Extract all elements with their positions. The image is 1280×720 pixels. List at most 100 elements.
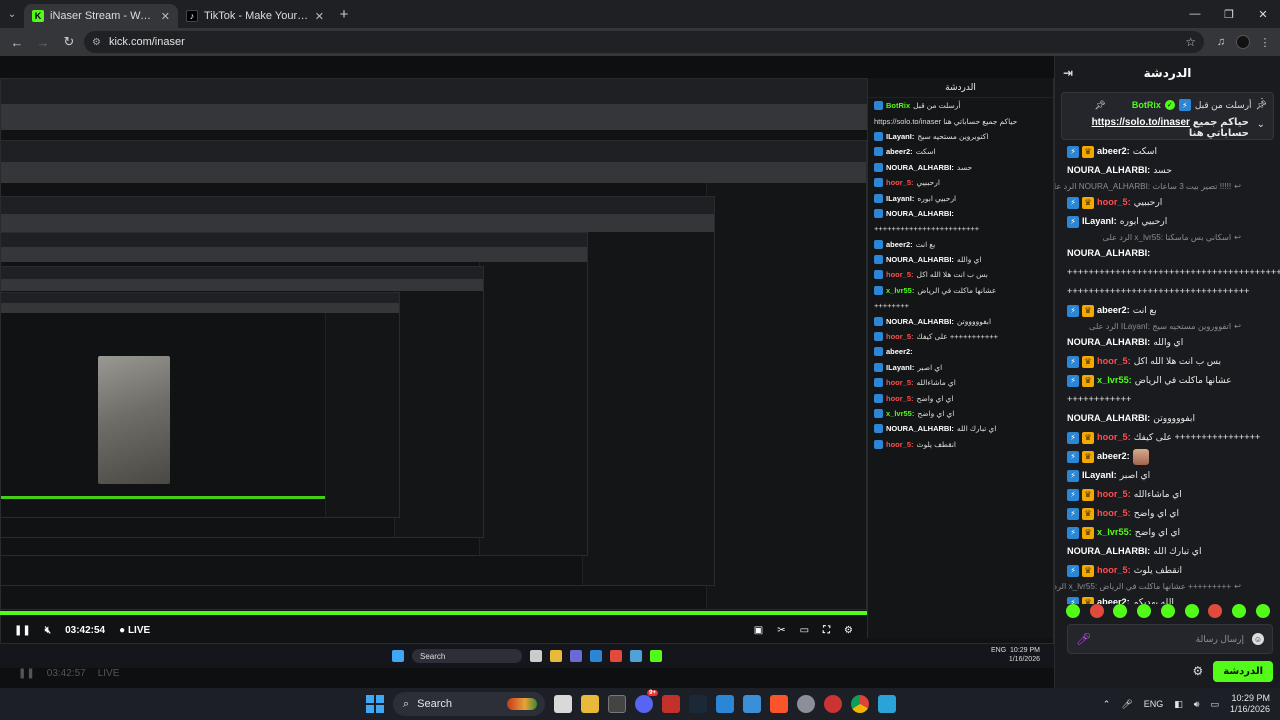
pause-icon[interactable]: ❚❚ (14, 625, 31, 636)
crown-badge-icon[interactable]: ♛ (1082, 450, 1094, 463)
moderator-badge-icon[interactable]: ⚡ (1067, 145, 1079, 158)
taskbar-search[interactable]: ⌕ Search (393, 692, 545, 716)
message-username[interactable]: hoor_5: (1097, 356, 1131, 367)
taskbar-clock[interactable]: 10:29 PM 1/16/2026 (1230, 693, 1270, 715)
moderator-badge-icon[interactable]: ⚡ (1067, 355, 1079, 368)
crown-badge-icon[interactable]: ♛ (1082, 355, 1094, 368)
collapse-chat-icon[interactable]: ⇥ (1063, 66, 1073, 80)
moderator-badge-icon[interactable]: ⚡ (1067, 196, 1079, 209)
app-icon[interactable] (878, 695, 896, 713)
pinned-link[interactable]: https://solo.to/inaser (1092, 117, 1190, 128)
message-username[interactable]: NOURA_ALHARBI: (1067, 248, 1150, 259)
tab-close-icon[interactable]: ✕ (315, 10, 324, 23)
url-bar[interactable]: ⚙ kick.com/inaser ☆ (84, 31, 1204, 53)
battery-icon[interactable]: ▭ (1210, 699, 1219, 710)
quick-emote[interactable] (1065, 604, 1080, 618)
message-username[interactable]: hoor_5: (1097, 489, 1131, 500)
message-username[interactable]: x_lvr55: (1097, 375, 1132, 386)
pip-icon[interactable]: ▭ (800, 625, 809, 636)
file-explorer-icon[interactable] (581, 695, 599, 713)
media-controls-icon[interactable]: ♫ (1212, 33, 1230, 51)
maximize-icon[interactable]: ❐ (1212, 0, 1246, 28)
message-username[interactable]: ILayanI: (1082, 470, 1117, 481)
message-username[interactable]: hoor_5: (1097, 432, 1131, 443)
quick-emote[interactable] (1089, 604, 1104, 618)
quick-emote[interactable] (1232, 604, 1247, 618)
microphone-tray-icon[interactable]: 🎤︎ (1121, 699, 1132, 710)
tab-close-icon[interactable]: ✕ (161, 10, 170, 23)
tab-tiktok[interactable]: ♪ TikTok - Make Your Day ✕ (178, 4, 332, 28)
crown-badge-icon[interactable]: ♛ (1082, 488, 1094, 501)
app-icon[interactable] (608, 695, 626, 713)
message-username[interactable]: hoor_5: (1097, 197, 1131, 208)
task-view-icon[interactable] (554, 695, 572, 713)
message-username[interactable]: abeer2: (1097, 146, 1130, 157)
browser-menu-icon[interactable]: ⋮ (1256, 33, 1274, 51)
message-username[interactable]: NOURA_ALHARBI: (1067, 546, 1150, 557)
quick-emote[interactable] (1160, 604, 1175, 618)
quick-emote[interactable] (1113, 604, 1128, 618)
quick-emote[interactable] (1184, 604, 1199, 618)
brave-browser-icon[interactable] (770, 695, 788, 713)
clip-icon[interactable]: ✂ (777, 625, 785, 636)
message-username[interactable]: ILayanI: (1082, 216, 1117, 227)
moderator-badge-icon[interactable]: ⚡ (1067, 526, 1079, 539)
emoji-picker-icon[interactable]: ☺ (1252, 633, 1264, 645)
network-icon[interactable]: ◧ (1174, 699, 1183, 710)
windows-start-icon[interactable] (366, 695, 384, 713)
pinned-menu-icon[interactable]: ⋮ (1257, 97, 1267, 108)
minimize-icon[interactable]: — (1178, 0, 1212, 28)
tab-kick[interactable]: K iNaser Stream - Watch Live on K ✕ (24, 4, 178, 28)
message-username[interactable]: NOURA_ALHARBI: (1067, 165, 1150, 176)
message-username[interactable]: x_lvr55: (1097, 527, 1132, 538)
fullscreen-icon[interactable]: ⛶ (823, 625, 830, 636)
message-username[interactable]: NOURA_ALHARBI: (1067, 413, 1150, 424)
crown-badge-icon[interactable]: ♛ (1082, 145, 1094, 158)
profile-avatar[interactable] (1234, 33, 1252, 51)
message-username[interactable]: hoor_5: (1097, 508, 1131, 519)
new-tab-button[interactable]: + (332, 6, 356, 23)
moderator-badge-icon[interactable]: ⚡ (1067, 450, 1079, 463)
moderator-badge-icon[interactable]: ⚡ (1067, 431, 1079, 444)
theater-mode-icon[interactable]: ▣ (754, 625, 763, 636)
moderator-badge-icon[interactable]: ⚡ (1067, 374, 1079, 387)
site-info-icon[interactable]: ⚙ (92, 37, 101, 48)
reload-icon[interactable]: ↻ (58, 31, 80, 53)
quick-emote[interactable] (1137, 604, 1152, 618)
moderator-badge-icon[interactable]: ⚡ (1067, 469, 1079, 482)
crown-badge-icon[interactable]: ♛ (1082, 374, 1094, 387)
discord-icon[interactable]: 9+ (635, 690, 658, 713)
forward-icon[interactable]: → (32, 31, 54, 53)
chrome-icon[interactable] (851, 695, 869, 713)
stream-progress-bar[interactable] (0, 611, 867, 615)
message-username[interactable]: abeer2: (1097, 451, 1130, 462)
message-username[interactable]: NOURA_ALHARBI: (1067, 337, 1150, 348)
mute-icon[interactable]: 🔇︎ (45, 625, 51, 636)
language-indicator[interactable]: ENG (1144, 699, 1164, 709)
microphone-icon[interactable]: 🎤︎ (1076, 632, 1091, 646)
quick-emote[interactable] (1208, 604, 1223, 618)
settings-icon[interactable] (797, 695, 815, 713)
recorder-app-icon[interactable] (662, 695, 680, 713)
moderator-badge-icon[interactable]: ⚡ (1067, 507, 1079, 520)
moderator-badge-icon[interactable]: ⚡ (1067, 564, 1079, 577)
tab-search-menu-icon[interactable]: ⌄ (0, 0, 24, 28)
video-player[interactable]: ❚❚ 🔇︎ 03:42:54 ● LIVE ▣ ✂ ▭ ⛶ ⚙ Search E… (0, 56, 1054, 688)
send-chat-button[interactable]: الدردشة (1213, 660, 1273, 682)
crown-badge-icon[interactable]: ♛ (1082, 196, 1094, 209)
crown-badge-icon[interactable]: ♛ (1082, 507, 1094, 520)
chat-message-input[interactable]: 🎤︎ إرسال رسالة ☺ (1067, 624, 1273, 654)
photos-app-icon[interactable] (716, 695, 734, 713)
volume-icon[interactable]: 🔊︎ (1194, 699, 1200, 710)
message-username[interactable]: abeer2: (1097, 305, 1130, 316)
crown-badge-icon[interactable]: ♛ (1082, 304, 1094, 317)
moderator-badge-icon[interactable]: ⚡ (1067, 215, 1079, 228)
quick-emote[interactable] (1256, 604, 1270, 618)
chevron-down-icon[interactable]: ⌄ (1257, 119, 1265, 130)
pinned-message[interactable]: 📌︎ BotRix ✓ ⚡ أرسلت من قبل 📌︎ ⋮ https://… (1061, 92, 1274, 140)
moderator-badge-icon[interactable]: ⚡ (1067, 304, 1079, 317)
message-username[interactable]: hoor_5: (1097, 565, 1131, 576)
show-hidden-icons-icon[interactable]: ⌃ (1103, 699, 1111, 710)
chat-settings-gear-icon[interactable]: ⚙ (1192, 664, 1203, 678)
back-icon[interactable]: ← (6, 31, 28, 53)
